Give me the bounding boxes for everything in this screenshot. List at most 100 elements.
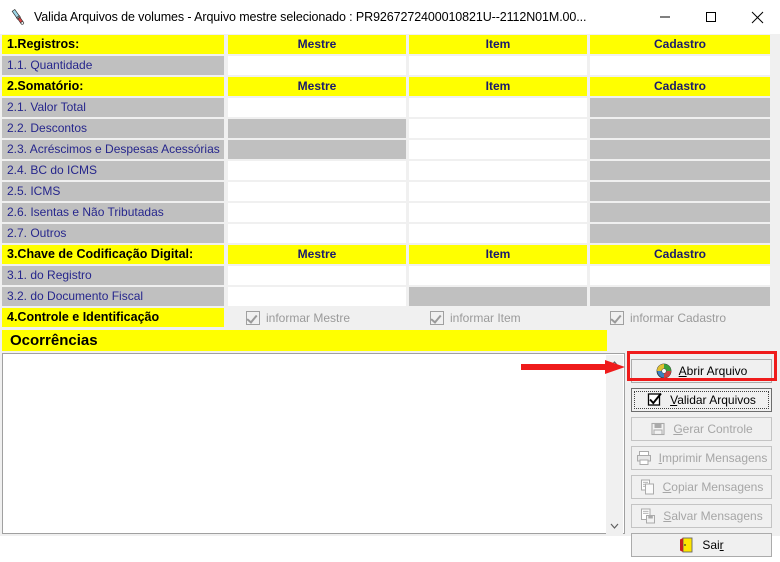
cell-item	[409, 266, 587, 285]
button-label: Validar Arquivos	[670, 393, 756, 407]
table-row: 1.1. Quantidade	[0, 55, 780, 76]
cell-mestre	[228, 224, 406, 243]
column-header-mestre: Mestre	[228, 245, 406, 264]
column-header-cadastro: Cadastro	[590, 35, 770, 54]
table-row: 2.3. Acréscimos e Despesas Acessórias	[0, 139, 780, 160]
cell-item	[409, 182, 587, 201]
checkbox-label: informar Mestre	[266, 310, 351, 325]
cell-cadastro	[590, 98, 770, 117]
table-row: 2.2. Descontos	[0, 118, 780, 139]
cell-mestre	[228, 140, 406, 159]
save-disk-icon	[640, 508, 656, 524]
copiar-mensagens-button: Copiar Mensagens	[631, 475, 772, 499]
cell-cadastro	[590, 140, 770, 159]
occurrences-header: Ocorrências	[2, 330, 607, 351]
cell-cadastro	[590, 182, 770, 201]
row-label: 2.6. Isentas e Não Tributadas	[2, 203, 224, 222]
cell-item	[409, 203, 587, 222]
section-header-label: 2.Somatório:	[2, 77, 224, 96]
checkbox-label: informar Item	[450, 310, 521, 325]
cd-disc-icon	[656, 363, 672, 379]
table-row: 2.4. BC do ICMS	[0, 160, 780, 181]
validation-grid: 1.Registros: Mestre Item Cadastro 1.1. Quant…	[0, 34, 780, 307]
close-button[interactable]	[734, 1, 780, 34]
imprimir-mensagens-button: Imprimir Mensagens	[631, 446, 772, 470]
section-header-label: 3.Chave de Codificação Digital:	[2, 245, 224, 264]
column-header-item: Item	[409, 245, 587, 264]
button-label: Imprimir Mensagens	[658, 451, 768, 465]
sair-button[interactable]: Sair	[631, 533, 772, 557]
section-header-label: 1.Registros:	[2, 35, 224, 54]
row-label: 2.1. Valor Total	[2, 98, 224, 117]
row-label: 2.4. BC do ICMS	[2, 161, 224, 180]
maximize-button[interactable]	[688, 1, 734, 34]
row-label: 2.5. ICMS	[2, 182, 224, 201]
cell-mestre	[228, 203, 406, 222]
magnifier-document-icon	[8, 7, 28, 27]
minimize-button[interactable]	[642, 1, 688, 34]
cell-cadastro	[590, 56, 770, 75]
column-header-cadastro: Cadastro	[590, 245, 770, 264]
cell-item	[409, 56, 587, 75]
cell-mestre	[228, 119, 406, 138]
controle-row: 4.Controle e Identificação informar Mest…	[0, 307, 780, 328]
cell-item	[409, 287, 587, 306]
table-row: 2.7. Outros	[0, 223, 780, 244]
copy-icon	[640, 479, 656, 495]
row-label: 2.7. Outros	[2, 224, 224, 243]
checkbox-informar-item[interactable]: informar Item	[430, 308, 521, 327]
row-label: 2.2. Descontos	[2, 119, 224, 138]
cell-cadastro	[590, 161, 770, 180]
button-label: Abrir Arquivo	[678, 364, 748, 378]
cell-cadastro	[590, 224, 770, 243]
checkbox-checked-icon	[430, 310, 444, 325]
cell-item	[409, 224, 587, 243]
cell-mestre	[228, 182, 406, 201]
cell-cadastro	[590, 266, 770, 285]
printer-icon	[636, 450, 652, 466]
column-header-cadastro: Cadastro	[590, 77, 770, 96]
cell-mestre	[228, 161, 406, 180]
button-label: Gerar Controle	[673, 422, 753, 436]
cell-mestre	[228, 266, 406, 285]
cell-item	[409, 140, 587, 159]
action-buttons-panel: Abrir Arquivo Validar Arquivos Gerar Contr…	[631, 359, 776, 562]
exit-door-icon	[679, 537, 695, 553]
button-label: Sair	[702, 538, 724, 552]
cell-mestre	[228, 98, 406, 117]
checkbox-checked-icon	[246, 310, 260, 325]
table-row: 2.5. ICMS	[0, 181, 780, 202]
section-header-row: 3.Chave de Codificação Digital: Mestre Ite…	[0, 244, 780, 265]
section-header-row: 1.Registros: Mestre Item Cadastro	[0, 34, 780, 55]
cell-cadastro	[590, 119, 770, 138]
table-row: 3.2. do Documento Fiscal	[0, 286, 780, 307]
checkbox-checked-icon	[647, 392, 663, 408]
scroll-up-icon[interactable]	[606, 355, 623, 372]
checkbox-informar-mestre[interactable]: informar Mestre	[246, 308, 350, 327]
occurrences-scrollbar[interactable]	[606, 355, 623, 534]
column-header-mestre: Mestre	[228, 35, 406, 54]
cell-mestre	[228, 56, 406, 75]
floppy-disk-icon	[650, 421, 666, 437]
checkbox-informar-cadastro[interactable]: informar Cadastro	[610, 308, 726, 327]
cell-item	[409, 98, 587, 117]
row-label: 1.1. Quantidade	[2, 56, 224, 75]
validar-arquivos-button[interactable]: Validar Arquivos	[631, 388, 772, 412]
abrir-arquivo-button[interactable]: Abrir Arquivo	[631, 359, 772, 383]
window-title: Valida Arquivos de volumes - Arquivo mes…	[34, 10, 587, 24]
cell-mestre	[228, 287, 406, 306]
main-content: 1.Registros: Mestre Item Cadastro 1.1. Quant…	[0, 34, 780, 557]
controle-label: 4.Controle e Identificação	[2, 308, 224, 327]
column-header-item: Item	[409, 77, 587, 96]
scroll-down-icon[interactable]	[606, 517, 623, 534]
occurrences-panel	[2, 353, 625, 534]
checkbox-label: informar Cadastro	[630, 310, 727, 325]
cell-cadastro	[590, 287, 770, 306]
row-label: 3.2. do Documento Fiscal	[2, 287, 224, 306]
button-label: Copiar Mensagens	[662, 480, 764, 494]
cell-cadastro	[590, 203, 770, 222]
table-row: 3.1. do Registro	[0, 265, 780, 286]
checkbox-checked-icon	[610, 310, 624, 325]
cell-item	[409, 161, 587, 180]
row-label: 3.1. do Registro	[2, 266, 224, 285]
